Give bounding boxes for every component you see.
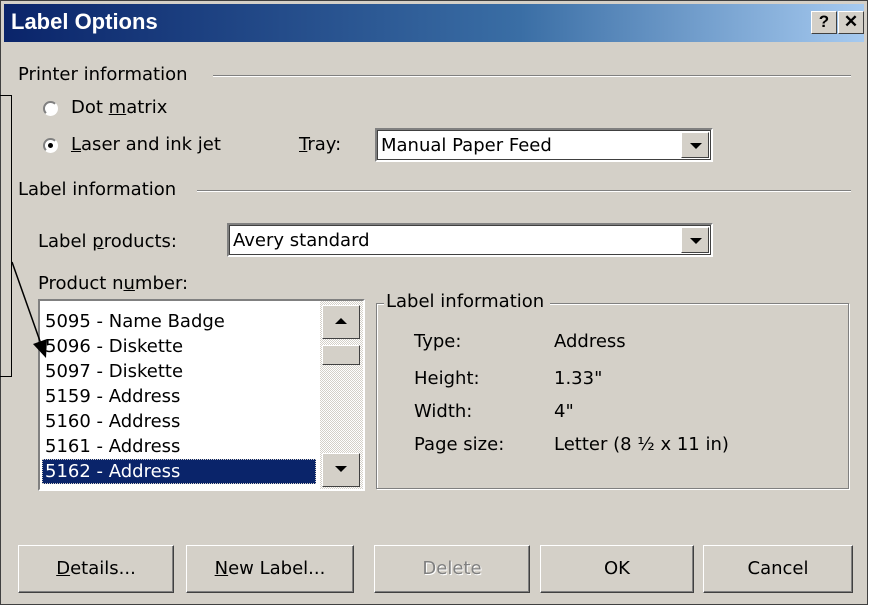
type-label: Type: <box>414 331 462 352</box>
scroll-thumb[interactable] <box>322 345 360 365</box>
tray-value: Manual Paper Feed <box>381 135 552 156</box>
list-scrollbar[interactable] <box>320 301 363 489</box>
label-info-heading: Label information <box>18 179 183 200</box>
scroll-up-arrow-icon <box>335 318 347 324</box>
type-value: Address <box>554 331 626 352</box>
list-item[interactable]: 5096 - Diskette <box>42 334 316 359</box>
height-value: 1.33" <box>554 368 603 389</box>
radio-selected-dot <box>48 143 53 148</box>
help-button[interactable]: ? <box>811 11 837 34</box>
chevron-down-icon <box>690 143 702 149</box>
list-item-selected[interactable]: 5162 - Address <box>42 459 316 484</box>
delete-button[interactable]: Delete <box>374 545 530 593</box>
printer-info-heading: Printer information <box>18 64 194 85</box>
scroll-down-button[interactable] <box>322 453 360 487</box>
chevron-down-icon <box>690 238 702 244</box>
ok-button[interactable]: OK <box>540 545 694 593</box>
label-details-heading: Label information <box>384 291 551 312</box>
width-value: 4" <box>554 401 574 422</box>
label-options-dialog: Label Options ? ✕ Printer information Do… <box>0 0 868 605</box>
product-number-list[interactable]: 5095 - Name Badge 5096 - Diskette 5097 -… <box>38 299 365 491</box>
details-button[interactable]: Details... <box>18 545 174 593</box>
tray-label: Tray: <box>299 134 342 155</box>
close-button[interactable]: ✕ <box>838 11 864 34</box>
product-number-label: Product number: <box>38 273 189 294</box>
window-title: Label Options <box>11 9 158 34</box>
label-products-select[interactable]: Avery standard <box>227 223 713 257</box>
callout-bracket <box>0 95 12 377</box>
title-bar: Label Options ? ✕ <box>4 4 864 42</box>
scroll-down-arrow-icon <box>335 466 347 472</box>
tray-dropdown-button[interactable] <box>681 132 709 158</box>
products-dropdown-button[interactable] <box>681 227 709 253</box>
list-item[interactable]: 5159 - Address <box>42 384 316 409</box>
laser-radio-circle[interactable] <box>43 138 58 153</box>
tray-select[interactable]: Manual Paper Feed <box>375 128 713 162</box>
new-label-button[interactable]: New Label... <box>186 545 354 593</box>
label-products-label: Label products: <box>38 231 177 252</box>
list-item[interactable]: 5161 - Address <box>42 434 316 459</box>
scroll-up-button[interactable] <box>322 305 360 339</box>
list-item[interactable]: 5097 - Diskette <box>42 359 316 384</box>
width-label: Width: <box>414 401 473 422</box>
height-label: Height: <box>414 368 480 389</box>
dot-matrix-label: Dot matrix <box>71 97 168 118</box>
laser-label: Laser and ink jet <box>71 134 221 155</box>
list-item[interactable]: 5160 - Address <box>42 409 316 434</box>
help-icon: ? <box>818 12 830 31</box>
cancel-button[interactable]: Cancel <box>703 545 853 593</box>
close-icon: ✕ <box>843 12 859 31</box>
page-size-value: Letter (8 ½ x 11 in) <box>554 434 729 455</box>
label-info-divider <box>197 190 851 192</box>
printer-info-divider <box>213 75 851 77</box>
page-size-label: Page size: <box>414 434 505 455</box>
list-item[interactable]: 5095 - Name Badge <box>42 309 316 334</box>
label-products-value: Avery standard <box>233 230 370 251</box>
dot-matrix-radio-circle[interactable] <box>43 101 58 116</box>
